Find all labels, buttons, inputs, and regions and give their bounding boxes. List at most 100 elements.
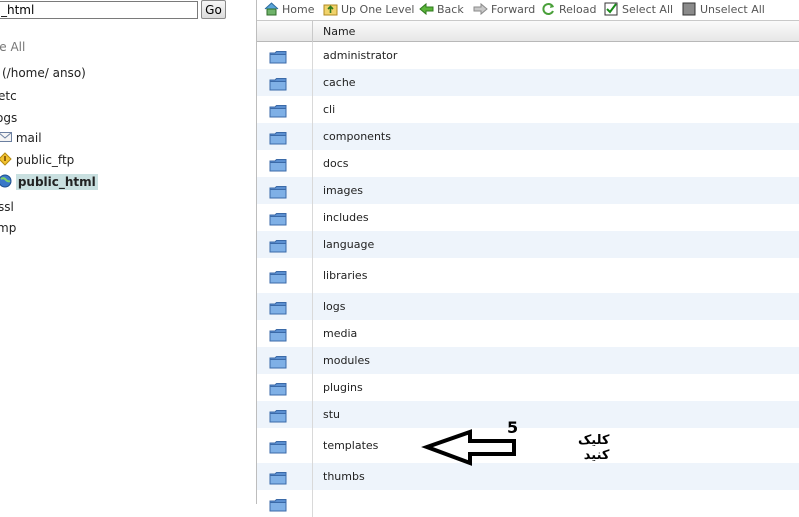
table-row[interactable]: stu (257, 401, 799, 428)
tree-item-mail[interactable]: mail (0, 130, 42, 145)
ftp-icon (0, 152, 12, 166)
folder-icon (269, 302, 287, 315)
table-row[interactable]: thumbs (257, 463, 799, 490)
tree-item-etc[interactable]: etc (0, 89, 17, 103)
folder-icon (269, 132, 287, 145)
table-row[interactable]: docs (257, 150, 799, 177)
file-name[interactable]: components (323, 130, 391, 143)
tree-item-tmp[interactable]: mp (0, 221, 16, 235)
icon-cell (257, 401, 313, 428)
folder-icon (269, 410, 287, 423)
checkbox-checked-icon (604, 2, 618, 16)
folder-icon (269, 329, 287, 342)
folder-icon (269, 159, 287, 172)
table-row[interactable]: components (257, 123, 799, 150)
path-input[interactable] (0, 1, 198, 19)
icon-cell (257, 293, 313, 320)
folder-icon (269, 383, 287, 396)
tree-item-label: public_html (15, 174, 98, 190)
table-row[interactable]: cache (257, 69, 799, 96)
table-row[interactable]: administrator (257, 42, 799, 69)
icon-cell (257, 69, 313, 96)
file-name[interactable]: administrator (323, 49, 397, 62)
up-one-level-button[interactable]: Up One Level (323, 2, 414, 16)
checkbox-unchecked-icon (682, 2, 696, 16)
file-name[interactable]: cli (323, 103, 335, 116)
select-all-button[interactable]: Select All (604, 2, 673, 16)
directory-tree-pane: Go se All (/home/ anso) etc ogs mail pub… (0, 0, 256, 504)
folder-icon (269, 186, 287, 199)
table-row[interactable]: language (257, 231, 799, 258)
icon-cell (257, 463, 313, 490)
file-name[interactable]: cache (323, 76, 356, 89)
file-name[interactable]: images (323, 184, 363, 197)
icon-cell (257, 42, 313, 69)
table-row[interactable]: templates (257, 428, 799, 463)
back-label: Back (437, 3, 464, 16)
home-icon (264, 2, 279, 16)
file-name[interactable]: media (323, 327, 357, 340)
file-name[interactable]: libraries (323, 269, 367, 282)
table-row[interactable]: plugins (257, 374, 799, 401)
back-button[interactable]: Back (419, 2, 464, 16)
tree-item-label: mp (0, 221, 17, 235)
icon-column-header[interactable] (257, 21, 313, 42)
table-row[interactable]: libraries (257, 258, 799, 293)
icon-cell (257, 96, 313, 123)
icon-cell (257, 347, 313, 374)
table-header: Name (257, 20, 799, 42)
tree-item-label: ogs (0, 111, 18, 125)
tree-item-public-ftp[interactable]: public_ftp (0, 152, 74, 167)
reload-label: Reload (559, 3, 597, 16)
table-row[interactable]: cli (257, 96, 799, 123)
back-arrow-icon (419, 2, 434, 16)
folder-icon (269, 499, 287, 512)
file-name[interactable]: docs (323, 157, 349, 170)
step-number: 5 (507, 418, 519, 437)
table-row[interactable]: images (257, 177, 799, 204)
unselect-all-button[interactable]: Unselect All (682, 2, 765, 16)
folder-icon (269, 51, 287, 64)
file-name[interactable]: logs (323, 300, 346, 313)
file-name[interactable]: stu (323, 408, 340, 421)
icon-cell (257, 231, 313, 258)
table-row[interactable]: includes (257, 204, 799, 231)
file-name[interactable]: thumbs (323, 470, 365, 483)
tree-item-logs[interactable]: ogs (0, 111, 17, 125)
reload-button[interactable]: Reload (541, 2, 596, 16)
reload-icon (542, 3, 554, 15)
file-name[interactable]: modules (323, 354, 370, 367)
unselect-all-label: Unselect All (700, 3, 765, 16)
icon-cell (257, 177, 313, 204)
icon-cell (257, 150, 313, 177)
icon-cell (257, 204, 313, 231)
click-instruction-label: کلیک کنید (578, 433, 610, 463)
table-row[interactable]: modules (257, 347, 799, 374)
tree-item-label: public_ftp (15, 153, 75, 167)
table-row[interactable]: media (257, 320, 799, 347)
folder-icon (269, 240, 287, 253)
home-label: Home (282, 3, 315, 16)
table-row[interactable]: logs (257, 293, 799, 320)
forward-button[interactable]: Forward (473, 2, 535, 16)
file-name[interactable]: plugins (323, 381, 363, 394)
toolbar: Home Up One Level Back Forward Reload Se… (258, 0, 799, 19)
file-name[interactable]: templates (323, 439, 378, 452)
tree-item-ssl[interactable]: ssl (0, 200, 14, 214)
tree-item-label: (/home/ anso) (2, 66, 86, 80)
go-button[interactable]: Go (201, 0, 226, 19)
tree-item-home[interactable]: (/home/ anso) (2, 66, 86, 80)
file-name[interactable]: language (323, 238, 374, 251)
folder-icon (269, 213, 287, 226)
tree-item-public-html[interactable]: public_html (0, 174, 98, 190)
icon-cell (257, 258, 313, 293)
globe-icon (0, 174, 12, 188)
mail-icon (0, 130, 12, 143)
file-name[interactable]: includes (323, 211, 369, 224)
home-button[interactable]: Home (264, 2, 314, 16)
tree-item-label: etc (0, 89, 17, 103)
name-column-header[interactable]: Name (323, 25, 355, 38)
collapse-all-link[interactable]: se All (0, 40, 25, 54)
icon-cell (257, 428, 313, 463)
tree-item-label: ssl (0, 200, 14, 214)
